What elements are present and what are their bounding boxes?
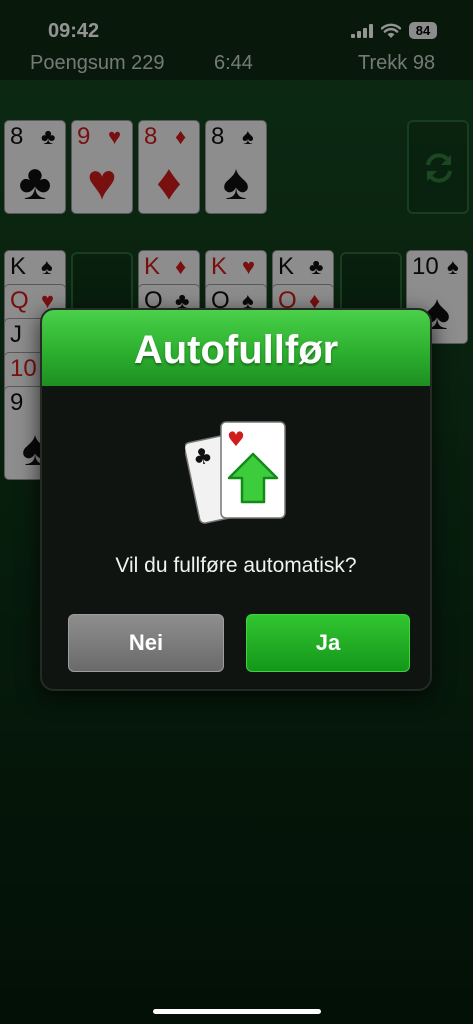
autocomplete-cards-icon: ♣ ♥ <box>185 421 286 524</box>
no-button[interactable]: Nei <box>68 614 224 672</box>
home-indicator[interactable] <box>153 1009 321 1014</box>
dialog-title: Autofullfør <box>133 328 339 372</box>
svg-text:♥: ♥ <box>227 427 245 451</box>
autocomplete-dialog: Autofullfør ♣ ♥ Vil du fullføre automati… <box>40 308 432 691</box>
dialog-message: Vil du fullføre automatisk? <box>115 554 357 577</box>
dialog-header: Autofullfør <box>42 310 430 386</box>
yes-button[interactable]: Ja <box>246 614 410 672</box>
